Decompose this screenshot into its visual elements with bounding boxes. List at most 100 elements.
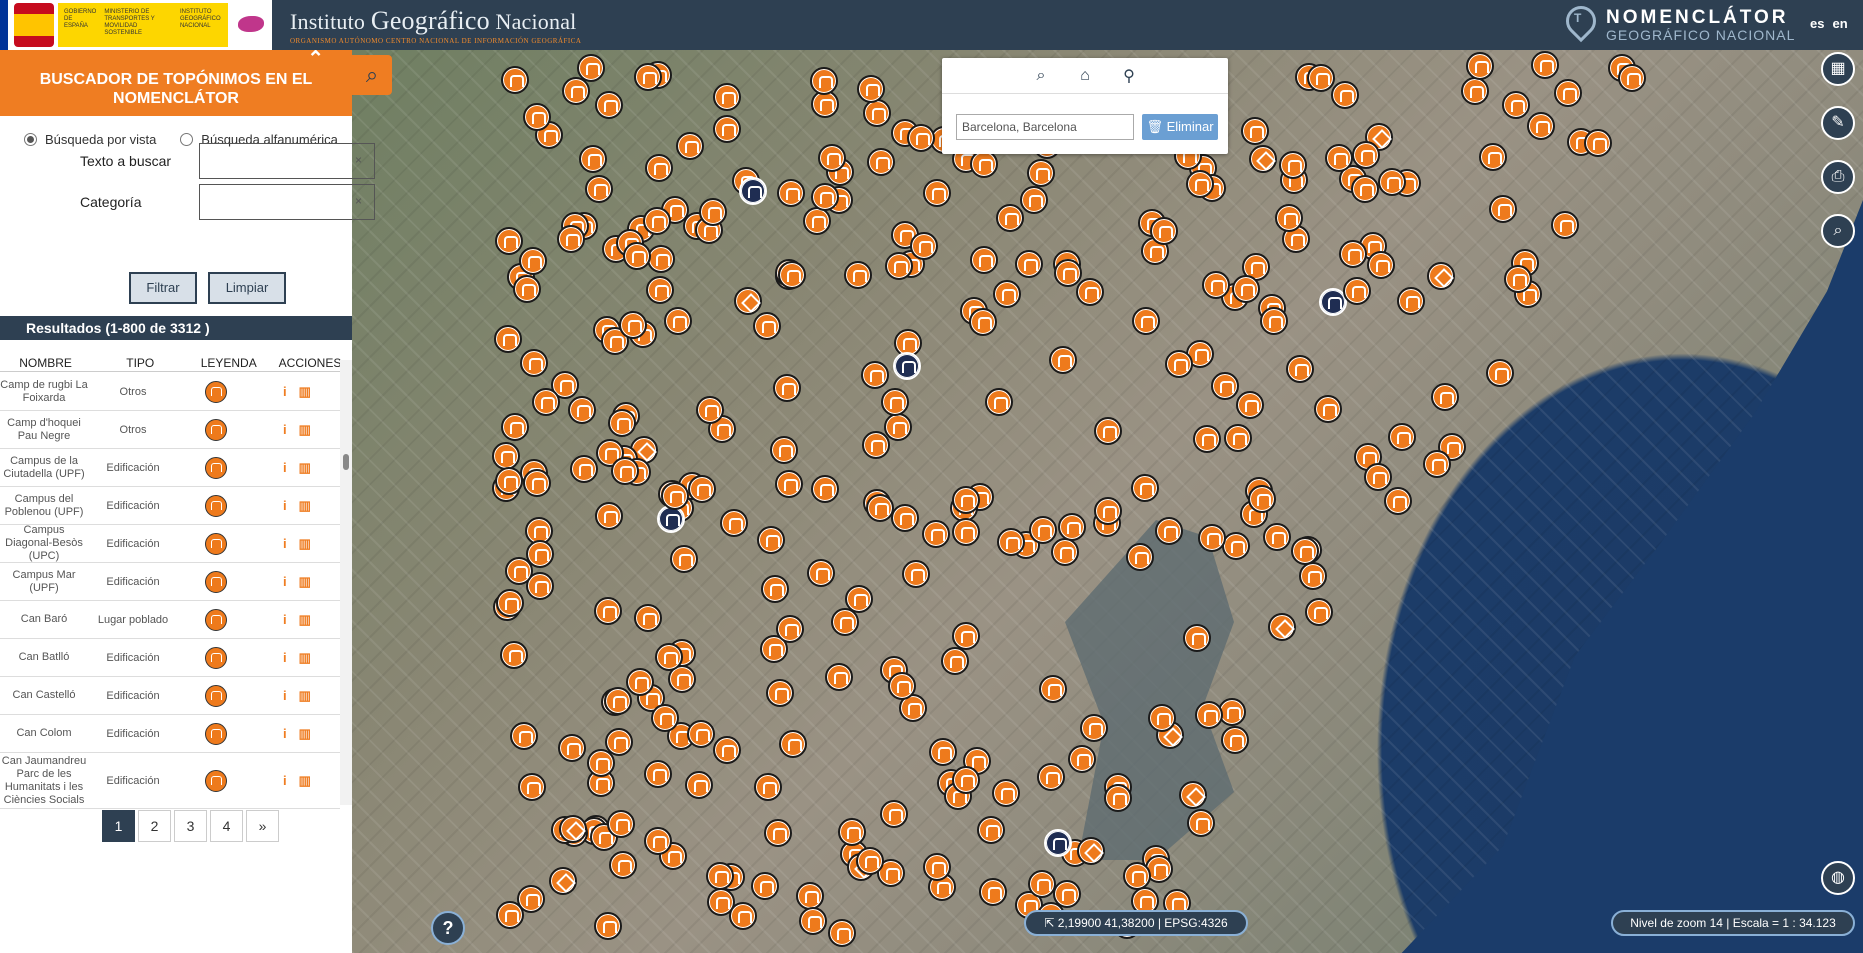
poi-marker[interactable]	[996, 203, 1025, 232]
poi-marker[interactable]	[765, 678, 794, 707]
poi-marker[interactable]	[970, 245, 999, 274]
poi-marker[interactable]	[1249, 144, 1278, 173]
poi-marker[interactable]	[807, 559, 836, 588]
location-pin-icon[interactable]: ⚲	[1119, 66, 1139, 86]
poi-marker[interactable]	[910, 232, 939, 261]
map-icon[interactable]: ▥	[299, 460, 311, 476]
poi-marker[interactable]	[603, 686, 632, 715]
poi-marker[interactable]	[1551, 210, 1580, 239]
poi-marker[interactable]	[827, 918, 856, 947]
page-1[interactable]: 1	[102, 810, 135, 842]
text-input[interactable]: ×	[199, 143, 375, 179]
poi-marker[interactable]	[992, 279, 1021, 308]
poi-marker[interactable]	[752, 312, 781, 341]
poi-marker[interactable]	[844, 261, 873, 290]
poi-marker[interactable]	[713, 114, 742, 143]
page-2[interactable]: 2	[138, 810, 171, 842]
info-icon[interactable]: i	[283, 726, 287, 742]
poi-marker[interactable]	[558, 815, 587, 844]
info-icon[interactable]: i	[283, 650, 287, 666]
poi-marker[interactable]	[817, 143, 846, 172]
poi-marker[interactable]	[879, 800, 908, 829]
map-icon[interactable]: ▥	[299, 498, 311, 514]
poi-marker[interactable]	[1039, 675, 1068, 704]
poi-marker[interactable]	[1198, 523, 1227, 552]
table-row[interactable]: Camp de rugbi La Foixarda Otros i ▥	[0, 373, 340, 411]
poi-marker[interactable]	[751, 872, 780, 901]
table-row[interactable]: Campus de la Ciutadella (UPF) Edificación…	[0, 449, 340, 487]
poi-marker[interactable]	[1036, 763, 1065, 792]
poi-marker[interactable]	[633, 63, 662, 92]
poi-marker[interactable]	[772, 373, 801, 402]
poi-marker[interactable]	[1154, 517, 1183, 546]
poi-marker[interactable]	[660, 481, 689, 510]
poi-marker[interactable]	[1460, 77, 1489, 106]
poi-marker[interactable]	[952, 622, 981, 651]
poi-marker[interactable]	[978, 878, 1007, 907]
poi-marker[interactable]	[1210, 372, 1239, 401]
poi-marker[interactable]	[1268, 612, 1297, 641]
poi-marker[interactable]	[1235, 390, 1264, 419]
poi-marker[interactable]	[1488, 195, 1517, 224]
measure-button[interactable]: ✎	[1821, 106, 1855, 140]
page-4[interactable]: 4	[210, 810, 243, 842]
poi-marker[interactable]	[1241, 116, 1270, 145]
globe-button[interactable]: ◍	[1821, 861, 1855, 895]
poi-marker[interactable]	[1260, 307, 1289, 336]
poi-marker[interactable]	[867, 148, 896, 177]
poi-marker[interactable]	[1132, 307, 1161, 335]
table-row[interactable]: Camp d'hoquei Pau Negre Otros i ▥	[0, 411, 340, 449]
poi-marker[interactable]	[1486, 358, 1515, 387]
poi-marker[interactable]	[618, 311, 647, 340]
poi-marker[interactable]	[644, 153, 673, 182]
poi-marker[interactable]	[985, 387, 1014, 416]
poi-marker[interactable]	[1305, 597, 1334, 626]
page-3[interactable]: 3	[174, 810, 207, 842]
poi-marker[interactable]	[1123, 862, 1152, 891]
poi-marker[interactable]	[1194, 700, 1223, 729]
poi-marker[interactable]	[505, 556, 534, 585]
poi-marker[interactable]	[770, 435, 799, 464]
poi-marker[interactable]	[890, 503, 919, 532]
poi-marker[interactable]	[734, 286, 763, 315]
poi-marker[interactable]	[607, 810, 636, 839]
poi-marker[interactable]	[940, 646, 969, 675]
map-icon[interactable]: ▥	[299, 536, 311, 552]
poi-marker[interactable]	[510, 721, 539, 750]
poi-marker[interactable]	[1094, 416, 1123, 445]
poi-marker[interactable]	[496, 589, 525, 618]
poi-marker[interactable]	[799, 907, 828, 936]
poi-marker[interactable]	[1149, 216, 1178, 245]
poi-marker[interactable]	[1330, 81, 1359, 110]
poi-marker[interactable]	[594, 91, 623, 120]
poi-marker[interactable]	[1503, 265, 1532, 294]
poi-marker[interactable]	[1350, 174, 1379, 203]
poi-marker[interactable]	[777, 261, 806, 290]
poi-marker[interactable]	[712, 82, 741, 111]
poi-marker[interactable]	[825, 662, 854, 691]
poi-marker[interactable]	[1343, 277, 1372, 306]
poi-marker[interactable]	[1201, 271, 1230, 300]
poi-marker[interactable]	[625, 668, 654, 697]
poi-marker[interactable]	[992, 779, 1021, 808]
lang-en[interactable]: en	[1832, 16, 1847, 31]
poi-marker[interactable]	[1027, 870, 1056, 899]
house-search-icon[interactable]: ⌂	[1075, 67, 1095, 85]
poi-marker[interactable]	[922, 852, 951, 881]
poi-marker[interactable]	[810, 474, 839, 503]
lang-es[interactable]: es	[1810, 16, 1824, 31]
poi-marker[interactable]	[645, 275, 674, 304]
poi-marker[interactable]	[495, 227, 524, 256]
poi-marker[interactable]	[774, 470, 803, 499]
poi-marker[interactable]	[952, 766, 981, 795]
poi-marker[interactable]	[1058, 513, 1087, 542]
poi-marker[interactable]	[1223, 423, 1252, 452]
poi-marker[interactable]	[623, 241, 652, 270]
poi-marker[interactable]	[1015, 250, 1044, 279]
poi-marker[interactable]	[522, 469, 551, 498]
poi-marker[interactable]	[969, 150, 998, 179]
poi-marker[interactable]	[757, 525, 786, 554]
poi-marker[interactable]	[778, 729, 807, 758]
poi-marker[interactable]	[884, 412, 913, 441]
poi-marker[interactable]	[644, 760, 673, 789]
